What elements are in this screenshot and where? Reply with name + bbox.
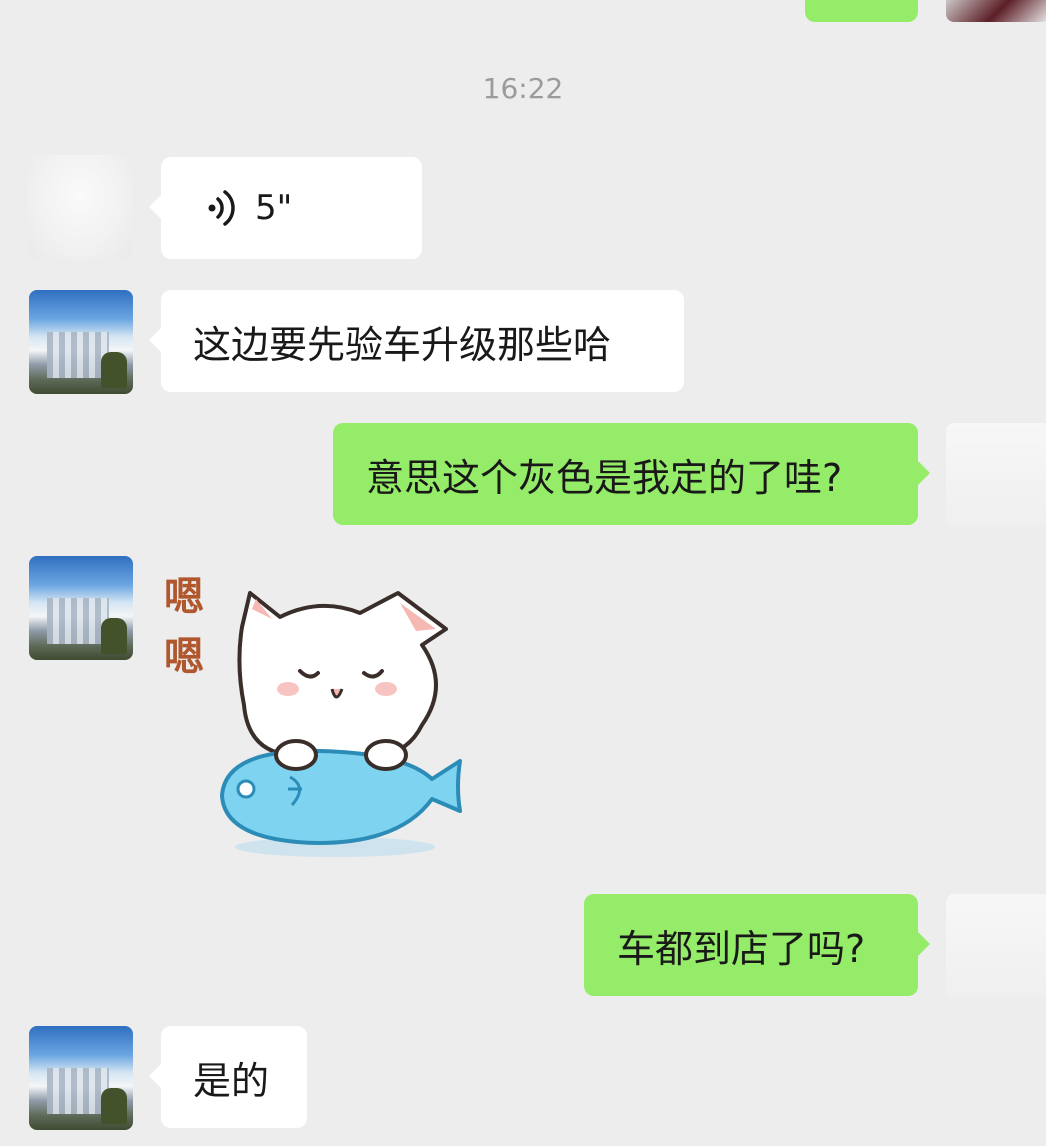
- message-text: 这边要先验车升级那些哈: [193, 322, 612, 367]
- outgoing-message-bubble[interactable]: 车都到店了吗?: [584, 894, 930, 996]
- outgoing-message-bubble[interactable]: 意思这个灰色是我定的了哇?: [333, 423, 930, 525]
- cat-fish-illustration: [220, 591, 462, 857]
- self-avatar[interactable]: [946, 423, 1046, 527]
- contact-avatar[interactable]: [28, 155, 132, 259]
- message-text: 车都到店了吗?: [617, 926, 866, 971]
- message-text: 意思这个灰色是我定的了哇?: [366, 455, 843, 500]
- chat-screen: 16:22 5" 这边要先验车升级那些哈 意思这个灰色是我定的了哇? 嗯 嗯 车…: [0, 0, 1046, 1146]
- voice-waves-icon: [205, 188, 241, 228]
- voice-duration: 5": [255, 188, 293, 228]
- contact-avatar[interactable]: [29, 556, 133, 660]
- message-text: 是的: [193, 1058, 270, 1103]
- partial-outgoing-bubble[interactable]: [805, 0, 918, 22]
- contact-avatar[interactable]: [29, 1026, 133, 1130]
- incoming-message-bubble[interactable]: 是的: [149, 1026, 307, 1128]
- voice-message-bubble[interactable]: 5": [149, 157, 422, 259]
- message-timestamp: 16:22: [482, 72, 564, 105]
- contact-avatar[interactable]: [29, 290, 133, 394]
- avatar-self-top[interactable]: [946, 0, 1046, 22]
- incoming-message-bubble[interactable]: 这边要先验车升级那些哈: [149, 290, 684, 392]
- cat-on-fish-sticker[interactable]: 嗯 嗯: [160, 565, 480, 865]
- self-avatar[interactable]: [946, 894, 1046, 998]
